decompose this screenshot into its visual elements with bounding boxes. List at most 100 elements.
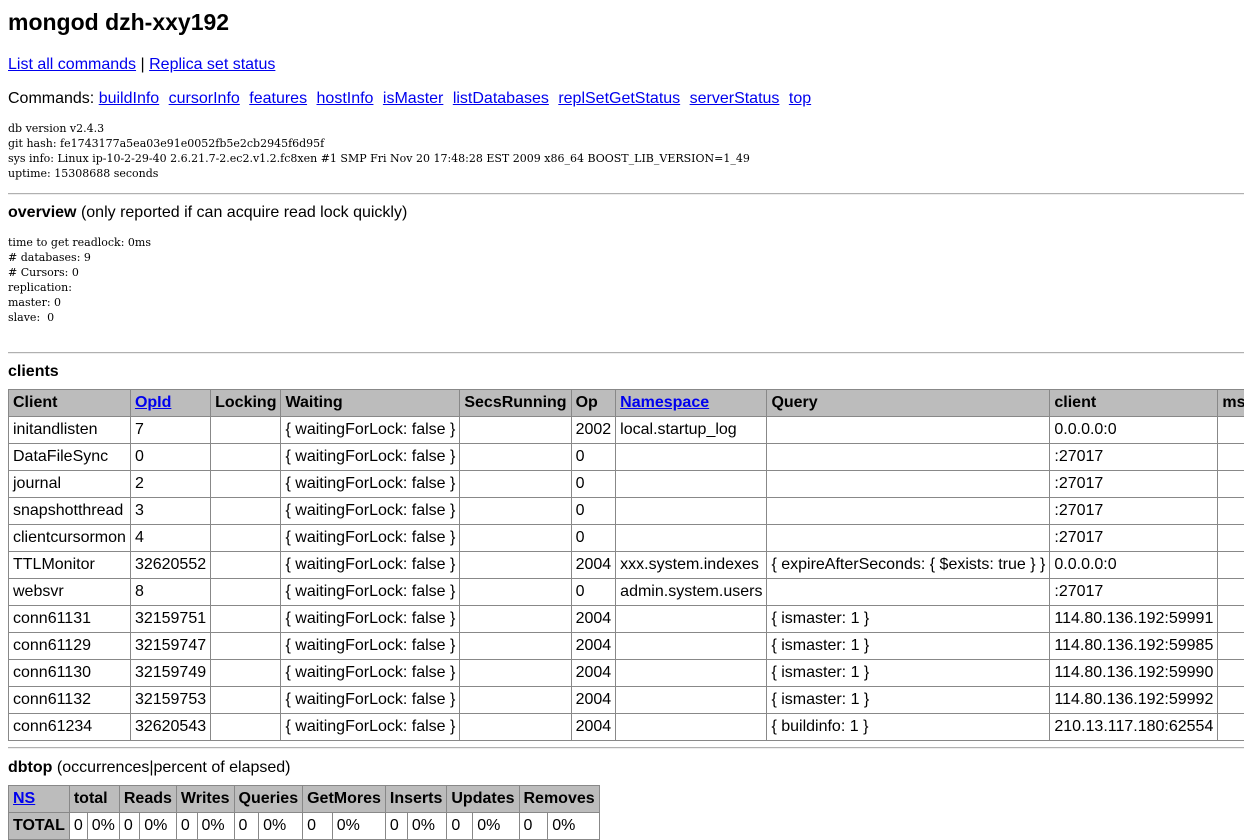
- table-cell: 2004: [571, 633, 616, 660]
- table-cell: 0: [571, 498, 616, 525]
- col-header-op: Op: [571, 390, 616, 417]
- table-cell: { expireAfterSeconds: { $exists: true } …: [767, 552, 1050, 579]
- table-cell: 114.80.136.192:59985: [1050, 633, 1218, 660]
- table-cell: conn61130: [9, 660, 131, 687]
- table-cell: :27017: [1050, 579, 1218, 606]
- replica-set-status-link[interactable]: Replica set status: [149, 56, 275, 73]
- command-link-serverstatus[interactable]: serverStatus: [690, 90, 780, 107]
- table-cell: [767, 444, 1050, 471]
- overview-note: (only reported if can acquire read lock …: [81, 204, 407, 221]
- command-link-replsetgetstatus[interactable]: replSetGetStatus: [558, 90, 680, 107]
- table-cell: 32159753: [130, 687, 210, 714]
- col-header-total: total: [69, 786, 119, 813]
- list-all-commands-link[interactable]: List all commands: [8, 56, 136, 73]
- table-cell: 0: [69, 813, 87, 840]
- col-header-removes: Removes: [519, 786, 599, 813]
- table-cell: 32159751: [130, 606, 210, 633]
- table-row: snapshotthread3{ waitingForLock: false }…: [9, 498, 1244, 525]
- table-cell: { waitingForLock: false }: [281, 714, 460, 741]
- sort-namespace-link[interactable]: Namespace: [620, 394, 709, 411]
- table-cell: 114.80.136.192:59990: [1050, 660, 1218, 687]
- sort-opid-link[interactable]: OpId: [135, 394, 171, 411]
- table-cell: 0: [571, 579, 616, 606]
- table-cell: [211, 444, 281, 471]
- table-cell: :27017: [1050, 525, 1218, 552]
- table-cell: 2004: [571, 660, 616, 687]
- table-cell: [1218, 525, 1244, 552]
- table-cell: initandlisten: [9, 417, 131, 444]
- col-header-client-addr: client: [1050, 390, 1218, 417]
- table-row: initandlisten7{ waitingForLock: false }2…: [9, 417, 1244, 444]
- table-cell: 0: [571, 444, 616, 471]
- divider: [8, 352, 1244, 354]
- commands-bar: Commands: buildInfo cursorInfo features …: [8, 89, 816, 109]
- table-cell: [211, 714, 281, 741]
- table-cell: [616, 498, 767, 525]
- clients-heading: clients: [8, 362, 59, 382]
- table-cell: TTLMonitor: [9, 552, 131, 579]
- table-cell: 2004: [571, 606, 616, 633]
- table-row: DataFileSync0{ waitingForLock: false }0:…: [9, 444, 1244, 471]
- table-cell: [616, 471, 767, 498]
- col-header-ns: NS: [9, 786, 70, 813]
- col-header-updates: Updates: [447, 786, 519, 813]
- table-cell: 4: [130, 525, 210, 552]
- table-cell: 0: [385, 813, 407, 840]
- command-link-features[interactable]: features: [249, 90, 307, 107]
- command-link-hostinfo[interactable]: hostInfo: [317, 90, 374, 107]
- table-cell: [1218, 633, 1244, 660]
- table-cell: [211, 687, 281, 714]
- table-cell: [1218, 660, 1244, 687]
- command-link-buildinfo[interactable]: buildInfo: [99, 90, 160, 107]
- table-cell: clientcursormon: [9, 525, 131, 552]
- table-cell: [767, 525, 1050, 552]
- table-cell: [460, 606, 571, 633]
- table-cell: 0: [234, 813, 259, 840]
- table-cell: [767, 471, 1050, 498]
- table-cell: [1218, 579, 1244, 606]
- table-cell: [460, 633, 571, 660]
- divider: [8, 193, 1244, 195]
- col-header-getmores: GetMores: [303, 786, 386, 813]
- table-cell: [616, 444, 767, 471]
- table-cell: 210.13.117.180:62554: [1050, 714, 1218, 741]
- table-cell: conn61129: [9, 633, 131, 660]
- command-link-top[interactable]: top: [789, 90, 811, 107]
- table-cell: { ismaster: 1 }: [767, 606, 1050, 633]
- table-cell: { buildinfo: 1 }: [767, 714, 1050, 741]
- command-link-listdatabases[interactable]: listDatabases: [453, 90, 549, 107]
- table-cell: [460, 579, 571, 606]
- command-link-cursorinfo[interactable]: cursorInfo: [169, 90, 240, 107]
- table-cell: journal: [9, 471, 131, 498]
- command-link-ismaster[interactable]: isMaster: [383, 90, 443, 107]
- col-header-queries: Queries: [234, 786, 303, 813]
- top-links: List all commands | Replica set status: [8, 55, 275, 75]
- page-title: mongod dzh-xxy192: [8, 8, 229, 36]
- table-cell: { waitingForLock: false }: [281, 471, 460, 498]
- table-cell: [460, 552, 571, 579]
- table-cell: [616, 687, 767, 714]
- col-header-client: Client: [9, 390, 131, 417]
- table-cell: [211, 417, 281, 444]
- table-cell: 0: [119, 813, 139, 840]
- table-cell: [1218, 471, 1244, 498]
- dbtop-table: NS total Reads Writes Queries GetMores I…: [8, 785, 600, 840]
- table-cell: [211, 525, 281, 552]
- table-cell: 2004: [571, 552, 616, 579]
- table-cell: 0: [571, 471, 616, 498]
- table-cell: [211, 579, 281, 606]
- link-separator: |: [141, 56, 145, 73]
- table-cell: 0%: [259, 813, 303, 840]
- table-cell: 2004: [571, 687, 616, 714]
- table-cell: conn61132: [9, 687, 131, 714]
- table-cell: :27017: [1050, 471, 1218, 498]
- table-row: conn6113232159753{ waitingForLock: false…: [9, 687, 1244, 714]
- table-cell: [460, 660, 571, 687]
- clients-header-row: Client OpId Locking Waiting SecsRunning …: [9, 390, 1244, 417]
- table-cell: [211, 498, 281, 525]
- table-cell: 0: [447, 813, 473, 840]
- sort-ns-link[interactable]: NS: [13, 790, 35, 807]
- table-row: conn6113032159749{ waitingForLock: false…: [9, 660, 1244, 687]
- table-cell: [460, 444, 571, 471]
- col-header-waiting: Waiting: [281, 390, 460, 417]
